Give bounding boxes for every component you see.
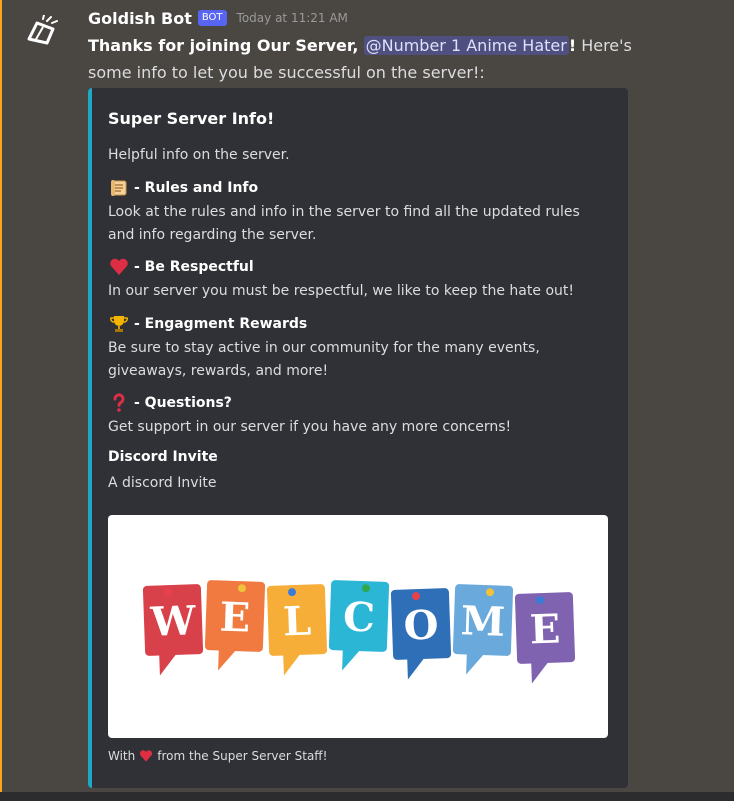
bot-tag: BOT: [197, 10, 227, 26]
footer-text-after: from the Super Server Staff!: [157, 749, 328, 763]
field-title: - Rules and Info: [134, 180, 259, 196]
field-value-invite: A discord Invite: [108, 475, 217, 491]
embed-title: Super Server Info!: [108, 109, 275, 128]
welcome-letter-tile: M: [452, 584, 514, 675]
welcome-letter-tile: L: [266, 584, 328, 676]
highlight-stripe: [0, 0, 2, 801]
field-name-rewards: - Engagment Rewards: [108, 313, 307, 335]
welcome-banner-image: WELCOME: [142, 580, 576, 684]
message-bold-prefix: Thanks for joining Our Server,: [88, 36, 359, 55]
welcome-letter-tile: E: [204, 580, 266, 671]
timestamp[interactable]: Today at 11:21 AM: [237, 11, 348, 25]
field-name-questions: - Questions?: [108, 392, 232, 414]
avatar[interactable]: [22, 12, 62, 52]
message-content: Thanks for joining Our Server, @Number 1…: [88, 32, 648, 86]
embed-footer: With from the Super Server Staff!: [108, 749, 327, 763]
welcome-letter: E: [529, 605, 561, 653]
field-title: - Questions?: [134, 395, 232, 411]
rich-embed: Super Server Info! Helpful info on the s…: [88, 88, 628, 788]
welcome-letter: M: [460, 597, 506, 646]
welcome-letter: E: [219, 593, 251, 641]
bottom-bar: [0, 792, 734, 801]
heart-icon: [108, 256, 130, 278]
field-value-rules: Look at the rules and info in the server…: [108, 204, 580, 243]
question-mark-icon: [108, 392, 130, 414]
field-title: Discord Invite: [108, 449, 218, 465]
goldish-logo-icon: [27, 15, 58, 45]
field-name-rules: - Rules and Info: [108, 177, 258, 199]
field-value-questions: Get support in our server if you have an…: [108, 419, 512, 435]
welcome-letter: C: [342, 593, 375, 641]
welcome-letter-tile: E: [514, 592, 576, 684]
field-title: - Engagment Rewards: [134, 316, 308, 332]
embed-image[interactable]: WELCOME: [108, 515, 608, 738]
field-value-respect: In our server you must be respectful, we…: [108, 283, 574, 299]
welcome-letter: W: [149, 597, 198, 646]
field-title: - Be Respectful: [134, 259, 254, 275]
scroll-icon: [108, 177, 130, 199]
field-name-respect: - Be Respectful: [108, 256, 254, 278]
message-header: Goldish Bot BOT Today at 11:21 AM: [88, 7, 348, 29]
welcome-letter-tile: W: [142, 584, 204, 676]
embed-accent-bar: [88, 88, 92, 788]
field-value-rewards: Be sure to stay active in our community …: [108, 340, 540, 379]
trophy-icon: [108, 313, 130, 335]
welcome-letter-tile: C: [328, 580, 390, 671]
heart-icon: [139, 749, 153, 763]
author-name[interactable]: Goldish Bot: [88, 9, 192, 28]
welcome-letter-tile: O: [390, 588, 452, 680]
message-bold-suffix: !: [568, 36, 577, 55]
embed-description: Helpful info on the server.: [108, 147, 290, 163]
welcome-letter: O: [403, 601, 439, 649]
welcome-letter: L: [282, 598, 312, 646]
user-mention[interactable]: @Number 1 Anime Hater: [363, 36, 569, 55]
field-name-invite: Discord Invite: [108, 449, 218, 465]
footer-text-before: With: [108, 749, 136, 763]
